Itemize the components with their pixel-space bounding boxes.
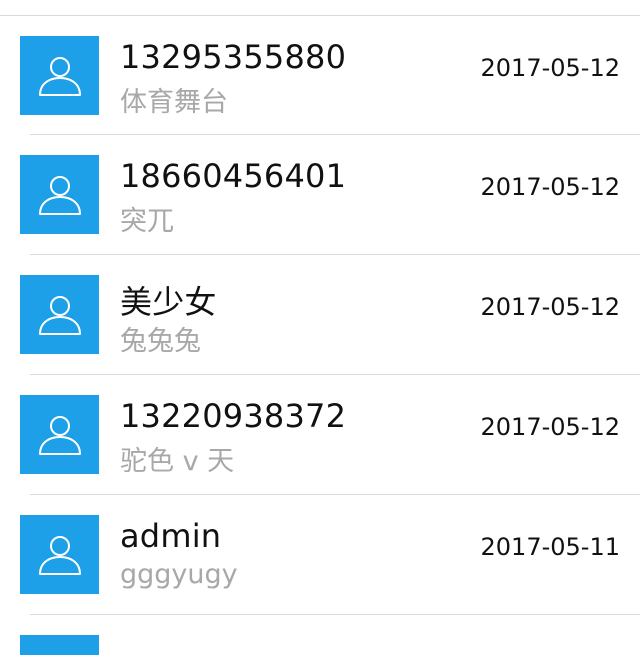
user-icon — [38, 175, 81, 215]
contact-subtitle: 驼色 v 天 — [120, 446, 235, 477]
user-icon — [38, 415, 81, 455]
contact-subtitle: 兔兔兔 — [120, 326, 201, 357]
avatar — [20, 635, 99, 655]
contact-name: 18660456401 — [120, 157, 347, 195]
contact-name: admin — [120, 517, 222, 555]
list-item[interactable]: 13295355880 体育舞台 2017-05-12 — [0, 15, 640, 135]
contact-date: 2017-05-11 — [480, 533, 620, 561]
avatar — [20, 395, 99, 474]
list-item[interactable]: 18660456401 突兀 2017-05-12 — [0, 134, 640, 255]
contact-date: 2017-05-12 — [480, 413, 620, 441]
contact-date: 2017-05-12 — [480, 293, 620, 321]
contact-date: 2017-05-12 — [480, 54, 620, 82]
list-item[interactable]: 13220938372 驼色 v 天 2017-05-12 — [0, 374, 640, 495]
contact-name: 13295355880 — [120, 38, 347, 76]
user-icon — [38, 56, 81, 96]
contact-subtitle: gggyugy — [120, 559, 238, 590]
contact-name: 美少女 — [120, 283, 217, 321]
user-icon — [38, 535, 81, 575]
avatar — [20, 36, 99, 115]
user-icon — [38, 295, 81, 335]
contact-name: 13220938372 — [120, 397, 347, 435]
avatar — [20, 275, 99, 354]
avatar — [20, 155, 99, 234]
contact-list: 13295355880 体育舞台 2017-05-12 18660456401 … — [0, 15, 640, 655]
list-item[interactable]: admin gggyugy 2017-05-11 — [0, 494, 640, 615]
contact-subtitle: 体育舞台 — [120, 87, 228, 118]
avatar — [20, 515, 99, 594]
list-item[interactable] — [0, 614, 640, 655]
contact-date: 2017-05-12 — [480, 173, 620, 201]
contact-subtitle: 突兀 — [120, 206, 174, 237]
list-item[interactable]: 美少女 兔兔兔 2017-05-12 — [0, 254, 640, 375]
